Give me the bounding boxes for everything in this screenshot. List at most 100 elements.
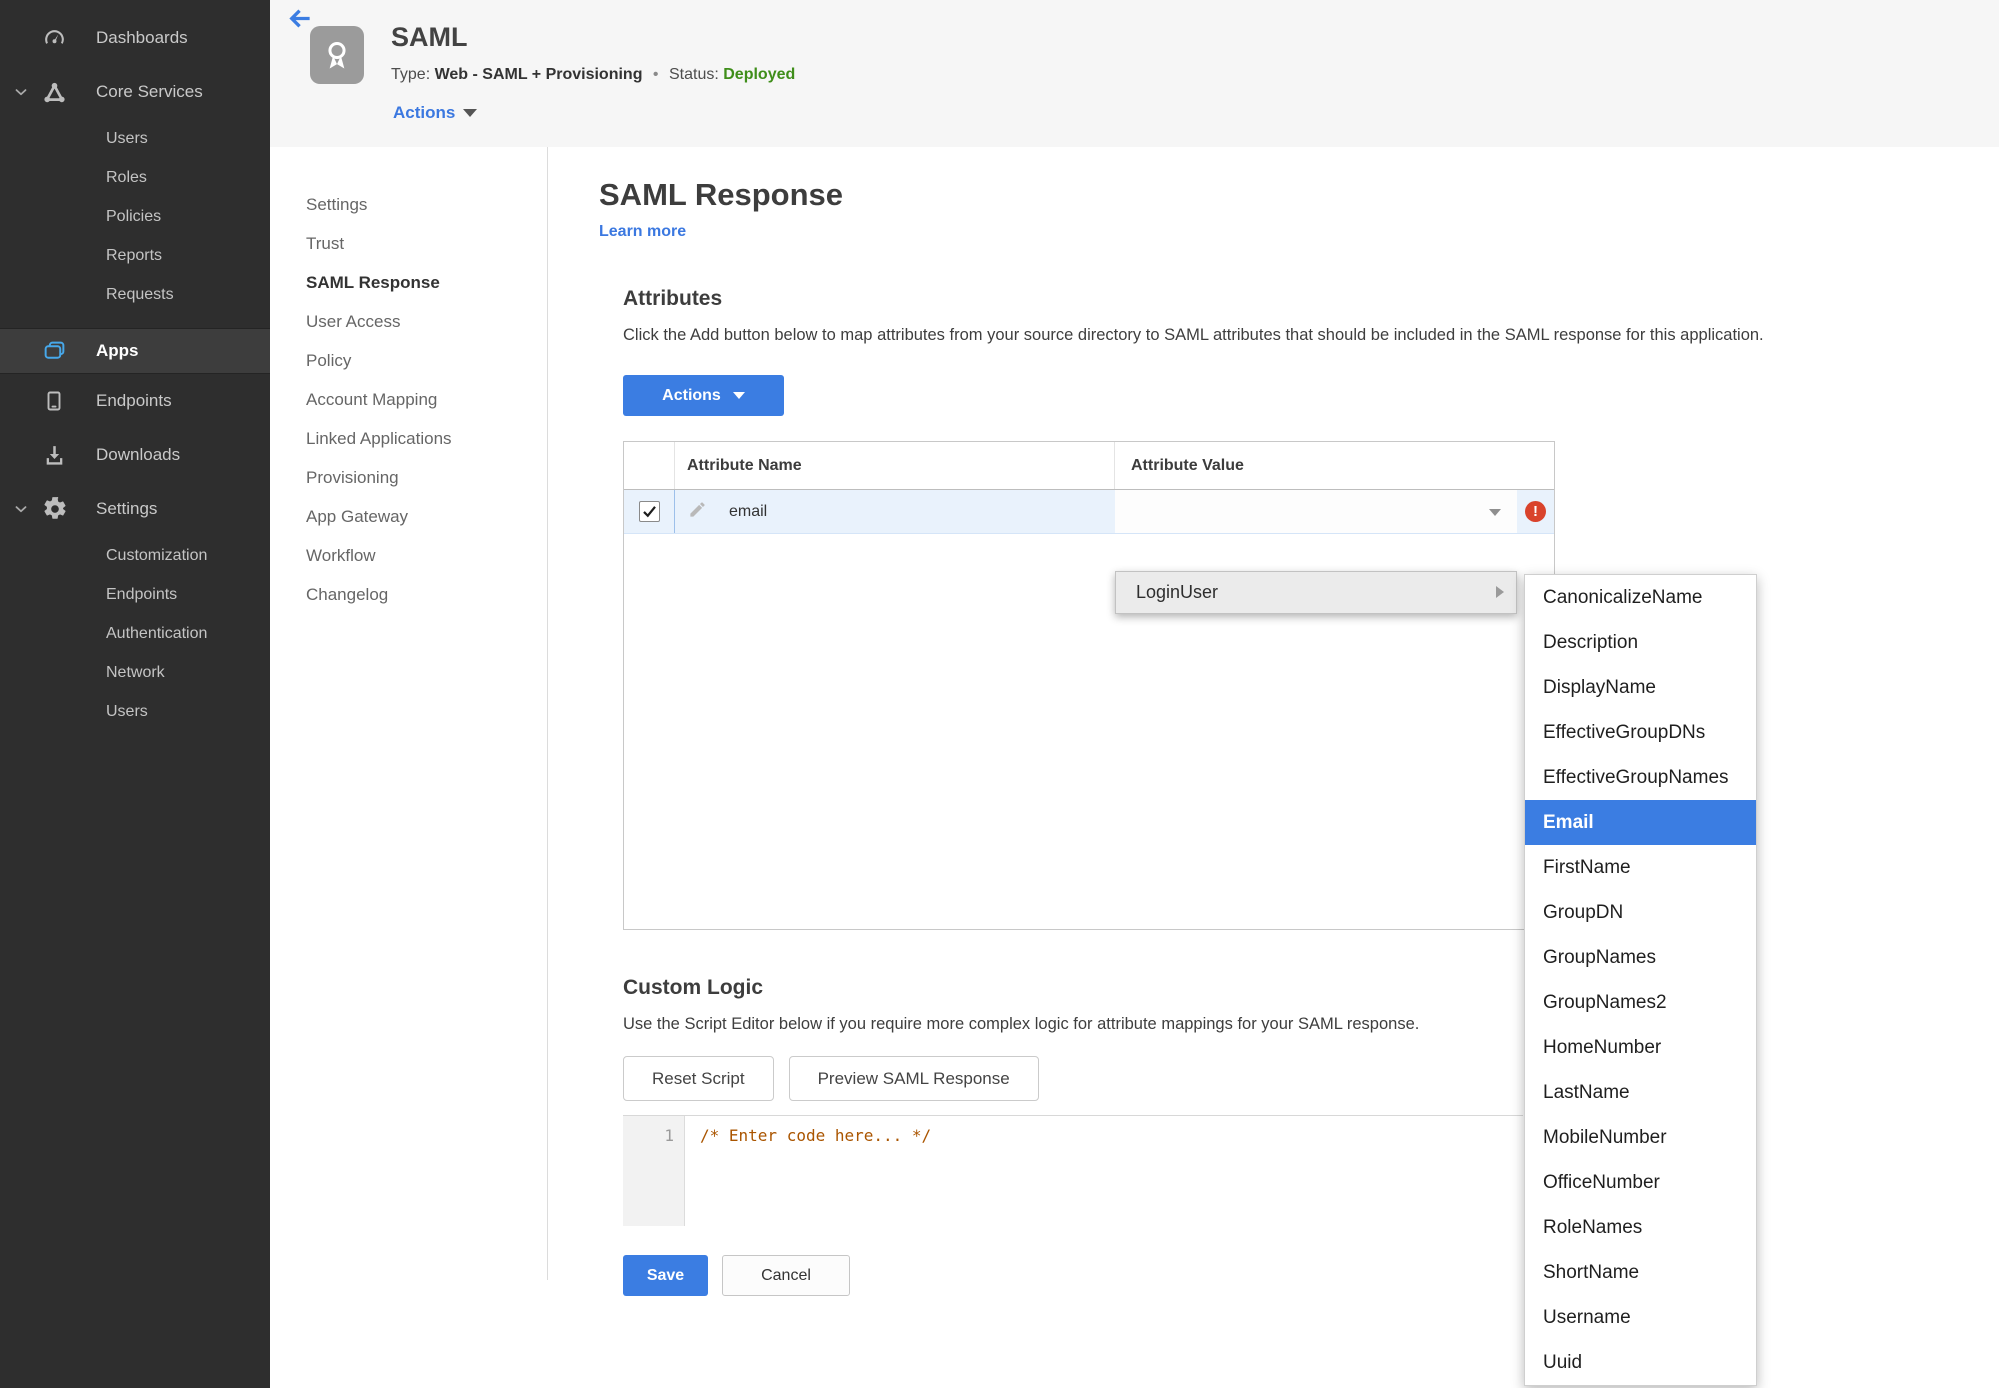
script-buttons-row: Reset Script Preview SAML Response xyxy=(623,1056,1999,1101)
sidebar-item-authentication[interactable]: Authentication xyxy=(0,614,270,653)
chevron-down-icon xyxy=(463,109,478,117)
submenu-item-shortname[interactable]: ShortName xyxy=(1525,1250,1756,1295)
sidebar-item-customization[interactable]: Customization xyxy=(0,536,270,575)
tab-workflow[interactable]: Workflow xyxy=(306,536,547,575)
row-checkbox[interactable] xyxy=(638,501,660,522)
tab-settings[interactable]: Settings xyxy=(306,185,547,224)
submenu-item-groupdn[interactable]: GroupDN xyxy=(1525,890,1756,935)
dashboard-gauge-icon xyxy=(42,26,86,51)
status-label: Status: xyxy=(668,66,719,83)
row-error-cell: ! xyxy=(1517,490,1554,533)
sidebar-item-network[interactable]: Network xyxy=(0,653,270,692)
apps-icon xyxy=(42,339,86,364)
sidebar-item-settings-users[interactable]: Users xyxy=(0,692,270,731)
tab-user-access[interactable]: User Access xyxy=(306,302,547,341)
app-actions-label: Actions xyxy=(393,103,456,122)
sidebar-item-label: Settings xyxy=(96,499,158,518)
submenu-item-email[interactable]: Email xyxy=(1525,800,1756,845)
save-button[interactable]: Save xyxy=(623,1255,708,1296)
sidebar-item-label: Endpoints xyxy=(96,391,172,410)
tab-trust[interactable]: Trust xyxy=(306,224,547,263)
loginuser-attributes-submenu: CanonicalizeName Description DisplayName… xyxy=(1524,574,1757,1386)
download-icon xyxy=(42,443,86,468)
sidebar-item-core-services[interactable]: Core Services xyxy=(0,65,270,119)
tab-app-gateway[interactable]: App Gateway xyxy=(306,497,547,536)
tab-linked-applications[interactable]: Linked Applications xyxy=(306,419,547,458)
attributes-description: Click the Add button below to map attrib… xyxy=(623,326,1764,344)
sidebar-item-requests[interactable]: Requests xyxy=(0,275,270,314)
submenu-item-effectivegroupnames[interactable]: EffectiveGroupNames xyxy=(1525,755,1756,800)
attribute-name-cell: email xyxy=(675,490,1115,533)
sidebar-item-endpoints[interactable]: Endpoints xyxy=(0,374,270,428)
tab-provisioning[interactable]: Provisioning xyxy=(306,458,547,497)
learn-more-link[interactable]: Learn more xyxy=(599,223,686,241)
attributes-actions-button[interactable]: Actions xyxy=(623,375,784,416)
submenu-item-lastname[interactable]: LastName xyxy=(1525,1070,1756,1115)
attribute-value-dropdown[interactable] xyxy=(1115,490,1517,533)
app-title: SAML xyxy=(391,22,468,52)
edit-pencil-icon[interactable] xyxy=(688,500,707,524)
save-row: Save Cancel xyxy=(623,1255,1999,1334)
type-value: Web - SAML + Provisioning xyxy=(434,66,643,83)
table-row[interactable]: email ! xyxy=(624,490,1554,534)
sidebar-item-policies[interactable]: Policies xyxy=(0,197,270,236)
sidebar-item-label: Dashboards xyxy=(96,28,188,47)
tab-policy[interactable]: Policy xyxy=(306,341,547,380)
app-header: SAML Type: Web - SAML + Provisioning • S… xyxy=(270,0,1999,147)
submenu-item-username[interactable]: Username xyxy=(1525,1295,1756,1340)
submenu-item-rolenames[interactable]: RoleNames xyxy=(1525,1205,1756,1250)
sidebar-item-apps[interactable]: Apps xyxy=(0,328,270,374)
submenu-item-officenumber[interactable]: OfficeNumber xyxy=(1525,1160,1756,1205)
attribute-value-column-header: Attribute Value xyxy=(1131,456,1244,474)
sidebar-item-roles[interactable]: Roles xyxy=(0,158,270,197)
submenu-item-description[interactable]: Description xyxy=(1525,620,1756,665)
custom-logic-section: Custom Logic Use the Script Editor below… xyxy=(623,976,1999,1334)
tab-saml-response[interactable]: SAML Response xyxy=(306,263,547,302)
editor-line-number: 1 xyxy=(623,1116,685,1226)
sidebar-item-settings[interactable]: Settings xyxy=(0,482,270,536)
error-icon: ! xyxy=(1525,501,1546,522)
attribute-name-value: email xyxy=(729,502,768,520)
preview-saml-response-button[interactable]: Preview SAML Response xyxy=(788,1056,1039,1101)
chevron-down-icon xyxy=(732,392,745,399)
attributes-table: Attribute Name Attribute Value email ! xyxy=(623,441,1555,930)
submenu-item-groupnames[interactable]: GroupNames xyxy=(1525,935,1756,980)
reset-script-button[interactable]: Reset Script xyxy=(623,1056,774,1101)
sidebar: Dashboards Core Services Users Roles Pol… xyxy=(0,0,270,1388)
saml-app-icon xyxy=(310,26,364,84)
sidebar-item-users[interactable]: Users xyxy=(0,119,270,158)
back-arrow-icon[interactable] xyxy=(286,5,313,37)
submenu-arrow-icon xyxy=(1496,586,1504,598)
sidebar-item-settings-endpoints[interactable]: Endpoints xyxy=(0,575,270,614)
tab-account-mapping[interactable]: Account Mapping xyxy=(306,380,547,419)
submenu-item-firstname[interactable]: FirstName xyxy=(1525,845,1756,890)
sidebar-item-downloads[interactable]: Downloads xyxy=(0,428,270,482)
menu-item-label: LoginUser xyxy=(1136,582,1219,602)
submenu-item-effectivegroupdns[interactable]: EffectiveGroupDNs xyxy=(1525,710,1756,755)
submenu-item-uuid[interactable]: Uuid xyxy=(1525,1340,1756,1385)
submenu-item-canonicalizename[interactable]: CanonicalizeName xyxy=(1525,575,1756,620)
attribute-value-menu-loginuser[interactable]: LoginUser xyxy=(1115,571,1517,614)
submenu-item-displayname[interactable]: DisplayName xyxy=(1525,665,1756,710)
table-header-row: Attribute Name Attribute Value xyxy=(624,442,1554,490)
script-editor: 1 /* Enter code here... */ xyxy=(623,1115,1523,1226)
editor-code-area[interactable]: /* Enter code here... */ xyxy=(685,1116,1523,1226)
endpoint-device-icon xyxy=(42,389,86,413)
chevron-down-icon xyxy=(12,83,42,101)
select-column-header xyxy=(624,442,675,489)
attributes-heading: Attributes xyxy=(623,287,723,310)
app-actions-dropdown[interactable]: Actions xyxy=(393,103,478,123)
submenu-item-homenumber[interactable]: HomeNumber xyxy=(1525,1025,1756,1070)
tab-changelog[interactable]: Changelog xyxy=(306,575,547,614)
submenu-item-mobilenumber[interactable]: MobileNumber xyxy=(1525,1115,1756,1160)
custom-logic-heading: Custom Logic xyxy=(623,976,763,999)
sidebar-item-dashboards[interactable]: Dashboards xyxy=(0,11,270,65)
cancel-button[interactable]: Cancel xyxy=(722,1255,850,1296)
gear-icon xyxy=(42,496,86,522)
sidebar-item-label: Apps xyxy=(96,341,139,360)
page-title: SAML Response xyxy=(599,177,844,212)
sidebar-item-reports[interactable]: Reports xyxy=(0,236,270,275)
submenu-item-groupnames2[interactable]: GroupNames2 xyxy=(1525,980,1756,1025)
chevron-down-icon xyxy=(12,500,42,518)
type-label: Type: xyxy=(391,66,431,83)
